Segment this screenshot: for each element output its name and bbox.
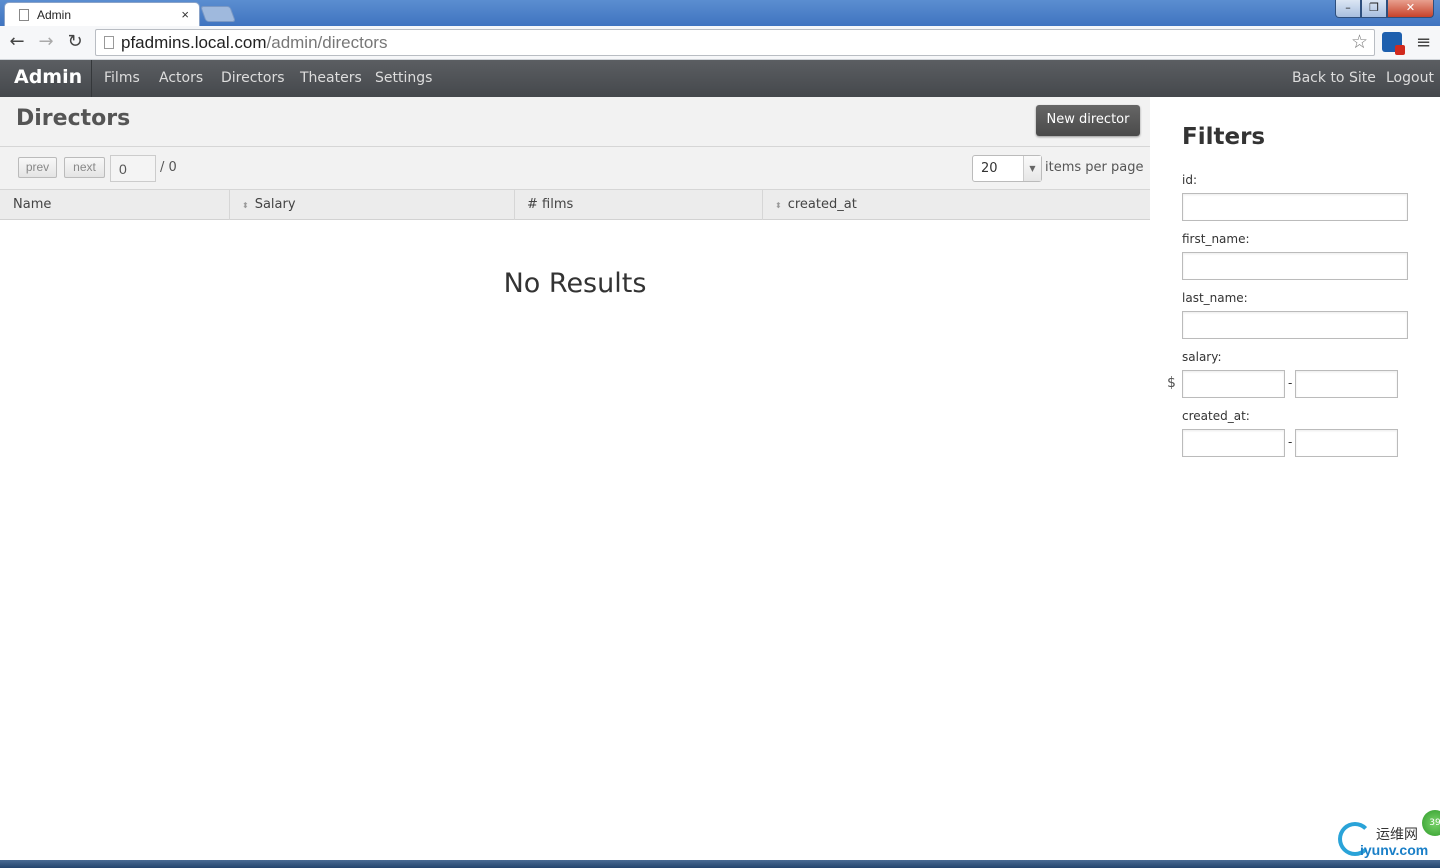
column-label: Name [13,197,52,212]
column-header-films[interactable]: # films [515,190,763,220]
filter-label-last-name: last_name: [1182,291,1248,305]
watermark-text: 运维网 [1376,827,1418,843]
url-path: /admin/directors [266,33,388,52]
range-separator: - [1288,435,1293,449]
new-tab-button[interactable] [200,6,236,22]
currency-symbol: $ [1167,375,1176,391]
filter-label-id: id: [1182,173,1197,187]
filter-created-at-from-input[interactable] [1182,429,1285,457]
filter-salary-min-input[interactable] [1182,370,1285,398]
filter-id-input[interactable] [1182,193,1408,221]
brand-divider [91,60,92,97]
app-navbar: Admin Films Actors Directors Theaters Se… [0,60,1440,97]
column-label: created_at [787,197,857,212]
back-arrow-icon[interactable]: ← [6,31,28,53]
watermark: 运维网 iyunv.com 39 [1338,810,1440,860]
filter-label-created-at: created_at: [1182,409,1250,423]
column-header-salary[interactable]: ⬍ Salary [230,190,515,220]
per-page-label: items per page [1045,160,1144,175]
page-number-input[interactable]: 0 [110,155,156,182]
address-url: pfadmins.local.com/admin/directors [121,33,387,53]
address-bar[interactable]: pfadmins.local.com/admin/directors ☆ [95,29,1375,56]
os-taskbar [0,860,1440,868]
filters-title: Filters [1182,124,1266,150]
per-page-value: 20 [981,161,998,176]
url-host: pfadmins.local.com [121,33,267,52]
filter-label-salary: salary: [1182,350,1222,364]
prev-button[interactable]: prev [18,157,57,178]
sort-icon: ⬍ [242,201,249,210]
page-total: / 0 [160,160,177,175]
browser-toolbar: ← → ↻ pfadmins.local.com/admin/directors… [0,26,1440,60]
chevron-down-icon: ▼ [1023,156,1041,181]
reload-icon[interactable]: ↻ [64,31,86,53]
maximize-button[interactable]: ❐ [1361,0,1387,18]
nav-logout[interactable]: Logout [1386,70,1434,86]
empty-message: No Results [503,268,647,299]
table-header: Name ⬍ Salary # films ⬍ created_at [0,190,1150,220]
pagination-bar: prev next 0 / 0 20 ▼ items per page [0,147,1150,190]
nav-theaters[interactable]: Theaters [300,70,362,86]
column-label: Salary [254,197,296,212]
filter-first-name-input[interactable] [1182,252,1408,280]
new-director-button[interactable]: New director [1036,105,1140,136]
nav-films[interactable]: Films [104,70,140,86]
tab-title: Admin [37,8,72,22]
filter-salary-max-input[interactable] [1295,370,1398,398]
browser-titlebar: Admin × – ❐ ✕ [0,0,1440,26]
nav-actors[interactable]: Actors [159,70,203,86]
per-page-select[interactable]: 20 ▼ [972,155,1042,182]
forward-arrow-icon[interactable]: → [35,31,57,53]
tab-close-icon[interactable]: × [181,7,189,22]
browser-tab-admin[interactable]: Admin × [4,2,200,26]
range-separator: - [1288,376,1293,390]
minimize-button[interactable]: – [1335,0,1361,18]
filter-last-name-input[interactable] [1182,311,1408,339]
bookmark-star-icon[interactable]: ☆ [1351,31,1368,54]
page-icon [19,9,29,21]
column-label: # films [527,197,574,212]
next-button[interactable]: next [64,157,105,178]
page-title: Directors [16,106,131,131]
page-header: Directors New director [0,97,1150,147]
nav-settings[interactable]: Settings [375,70,432,86]
browser-menu-icon[interactable]: ≡ [1416,32,1431,53]
sort-icon: ⬍ [775,201,782,210]
brand-link[interactable]: Admin [14,66,82,88]
watermark-badge: 39 [1422,810,1440,836]
column-header-created-at[interactable]: ⬍ created_at [763,190,1150,220]
column-header-name[interactable]: Name [0,190,230,220]
nav-back-to-site[interactable]: Back to Site [1292,70,1376,86]
filter-label-first-name: first_name: [1182,232,1250,246]
window-close-button[interactable]: ✕ [1387,0,1434,18]
page-icon [104,36,114,49]
nav-directors[interactable]: Directors [221,70,285,86]
extension-icon[interactable] [1382,32,1405,55]
filter-created-at-to-input[interactable] [1295,429,1398,457]
watermark-domain: iyunv.com [1360,842,1429,858]
